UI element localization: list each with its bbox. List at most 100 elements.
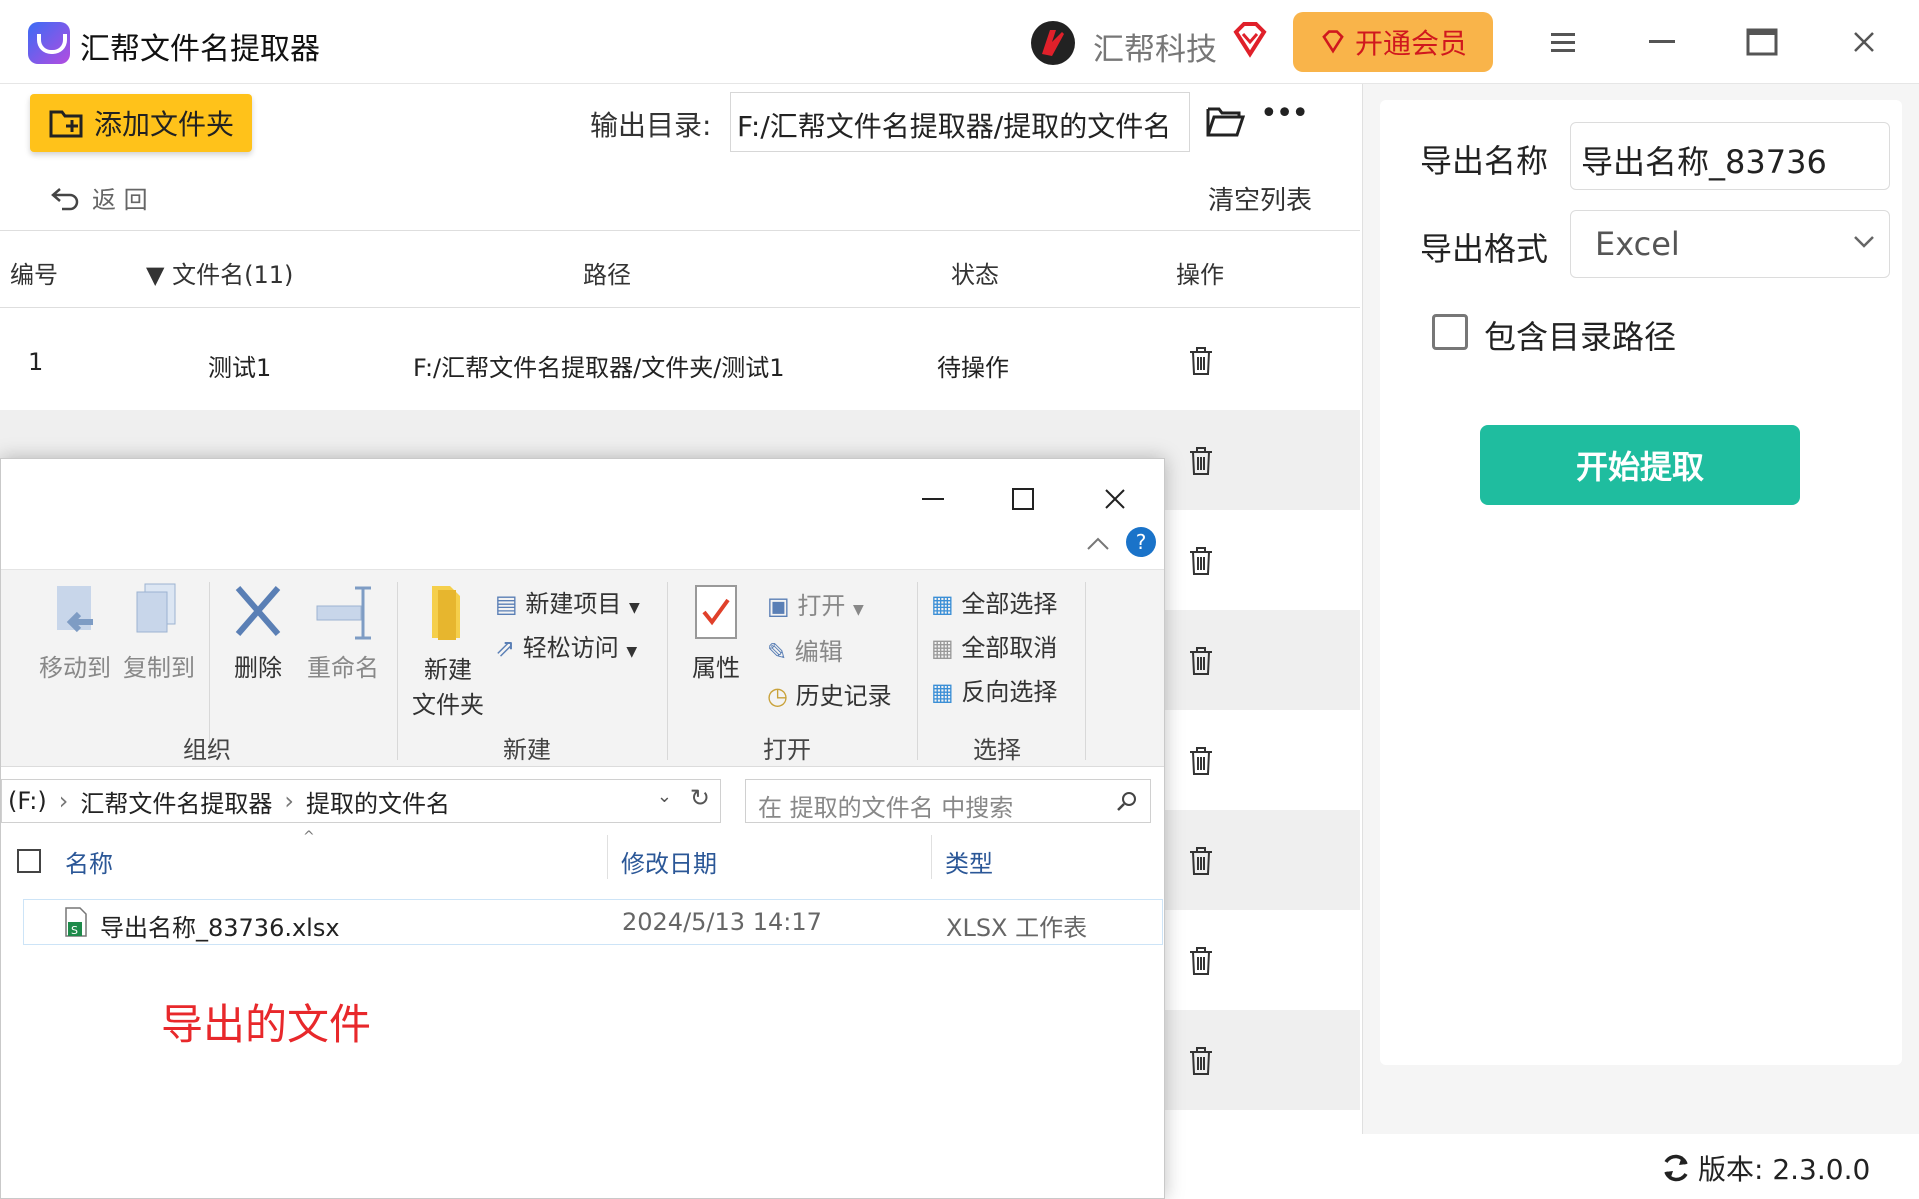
output-dir-field[interactable]: F:/汇帮文件名提取器/提取的文件名 (730, 92, 1190, 152)
table-row[interactable]: 1 测试1 F:/汇帮文件名提取器/文件夹/测试1 待操作 (0, 310, 1360, 410)
menu-icon[interactable] (1541, 20, 1585, 64)
delete-button[interactable]: 删除 (223, 582, 293, 683)
delete-icon[interactable] (1188, 746, 1214, 776)
history-button[interactable]: ◷ 历史记录 (767, 676, 892, 711)
delete-icon[interactable] (1188, 346, 1214, 376)
new-folder-button[interactable]: 新建 文件夹 (403, 582, 493, 720)
select-all-button[interactable]: ▦ 全部选择 (931, 584, 1057, 619)
brand-name: 汇帮科技 (1093, 32, 1217, 68)
col-filename-label: 文件名(11) (172, 261, 294, 289)
new-folder-icon (432, 586, 460, 640)
include-path-label: 包含目录路径 (1484, 318, 1677, 356)
delete-icon[interactable] (1188, 646, 1214, 676)
ribbon-separator (397, 582, 398, 760)
file-explorer-window: ? 移动到 复制到 删除 重命名 新建 文件夹 ▤ 新建项目 ▼ ⇗ 轻松访问 … (0, 458, 1165, 1199)
minimize-icon[interactable] (1640, 20, 1684, 64)
address-drive[interactable]: (F:) (8, 787, 47, 815)
export-format-label: 导出格式 (1420, 230, 1549, 268)
open-button[interactable]: ▣ 打开 ▼ (767, 586, 864, 621)
row-index: 1 (28, 348, 44, 376)
select-all-icon: ▦ (931, 590, 954, 618)
copy-to-icon (136, 583, 176, 633)
vip-diamond-icon (1322, 30, 1344, 54)
sort-down-icon: ▼ (146, 261, 165, 289)
group-select-label: 选择 (973, 736, 1021, 764)
address-crumb-1[interactable]: 汇帮文件名提取器 (80, 784, 272, 819)
move-to-button[interactable]: 移动到 (35, 582, 115, 683)
refresh-icon[interactable]: ↻ (690, 784, 710, 812)
col-modified[interactable]: 修改日期 (621, 844, 717, 879)
copy-to-button[interactable]: 复制到 (119, 582, 199, 683)
add-folder-icon (49, 110, 83, 138)
close-icon[interactable] (1842, 20, 1886, 64)
search-input[interactable]: 在 提取的文件名 中搜索 (745, 779, 1151, 823)
more-options-icon[interactable]: ••• (1260, 96, 1309, 136)
rename-label: 重命名 (307, 654, 379, 682)
rename-icon (316, 586, 371, 640)
app-window: 汇帮文件名提取器 汇帮科技 开通会员 添加文件夹 输出目录: F:/汇帮文件名提… (0, 0, 1919, 1199)
vip-button[interactable]: 开通会员 (1293, 12, 1493, 72)
file-row[interactable]: S 导出名称_83736.xlsx 2024/5/13 14:17 XLSX 工… (23, 899, 1163, 945)
select-all-checkbox[interactable] (17, 849, 41, 873)
diamond-icon[interactable] (1230, 20, 1270, 60)
include-path-checkbox[interactable] (1432, 314, 1468, 350)
select-none-icon: ▦ (931, 634, 954, 662)
col-type[interactable]: 类型 (945, 844, 993, 879)
maximize-icon[interactable] (1740, 20, 1784, 64)
ribbon-separator (1085, 582, 1086, 760)
back-button[interactable]: 返 回 (50, 180, 148, 215)
address-bar[interactable]: (F:) › 汇帮文件名提取器 › 提取的文件名 ⌄ ↻ (1, 779, 721, 823)
explorer-close-icon[interactable] (1093, 479, 1137, 519)
select-all-label: 全部选择 (961, 590, 1058, 618)
dropdown-arrow-icon: ▼ (852, 602, 864, 618)
select-none-button[interactable]: ▦ 全部取消 (931, 628, 1057, 663)
file-type: XLSX 工作表 (946, 914, 1088, 942)
brand-logo-icon (1031, 21, 1075, 65)
explorer-minimize-icon[interactable] (911, 479, 955, 519)
chevron-right-icon: › (58, 787, 69, 815)
edit-button[interactable]: ✎ 编辑 (767, 632, 843, 667)
dropdown-arrow-icon: ▼ (626, 644, 638, 660)
edit-icon: ✎ (767, 638, 788, 666)
rename-button[interactable]: 重命名 (301, 582, 385, 683)
export-name-label: 导出名称 (1420, 142, 1549, 180)
help-icon[interactable]: ? (1126, 527, 1156, 557)
annotation-text: 导出的文件 (161, 1000, 372, 1049)
open-folder-icon[interactable] (1205, 103, 1245, 139)
delete-icon[interactable] (1188, 1046, 1214, 1076)
clear-list-button[interactable]: 清空列表 (1208, 180, 1312, 217)
add-folder-button[interactable]: 添加文件夹 (30, 94, 252, 152)
group-organize-label: 组织 (183, 736, 231, 764)
address-crumb-2[interactable]: 提取的文件名 (306, 784, 450, 819)
row-path: F:/汇帮文件名提取器/文件夹/测试1 (413, 354, 785, 382)
delete-icon[interactable] (1188, 546, 1214, 576)
app-logo-icon (28, 22, 70, 64)
explorer-maximize-icon[interactable] (1001, 479, 1045, 519)
delete-icon[interactable] (1188, 946, 1214, 976)
export-format-value: Excel (1595, 225, 1680, 263)
export-format-select[interactable]: Excel (1570, 210, 1890, 278)
properties-button[interactable]: 属性 (681, 582, 751, 683)
title-bar: 汇帮文件名提取器 汇帮科技 开通会员 (0, 0, 1919, 84)
new-item-button[interactable]: ▤ 新建项目 ▼ (495, 584, 640, 619)
export-name-input[interactable]: 导出名称_83736 (1570, 122, 1890, 190)
table-header: 编号 ▼ 文件名(11) 路径 状态 操作 (0, 230, 1360, 308)
dropdown-arrow-icon: ▼ (628, 600, 640, 616)
chevron-down-icon[interactable]: ⌄ (657, 786, 672, 807)
start-extract-button[interactable]: 开始提取 (1480, 425, 1800, 505)
ribbon: 移动到 复制到 删除 重命名 新建 文件夹 ▤ 新建项目 ▼ ⇗ 轻松访问 ▼ … (1, 569, 1164, 767)
easy-access-icon: ⇗ (495, 634, 516, 662)
easy-access-button[interactable]: ⇗ 轻松访问 ▼ (495, 628, 637, 663)
version-info: 版本: 2.3.0.0 (1660, 1148, 1870, 1188)
invert-selection-button[interactable]: ▦ 反向选择 (931, 672, 1057, 707)
col-action: 操作 (1176, 261, 1224, 289)
delete-label: 删除 (234, 654, 282, 682)
delete-icon[interactable] (1188, 846, 1214, 876)
chevron-down-icon (1854, 236, 1874, 248)
delete-icon[interactable] (1188, 446, 1214, 476)
refresh-icon[interactable] (1660, 1152, 1692, 1184)
collapse-ribbon-icon[interactable] (1086, 535, 1110, 551)
excel-file-icon: S (65, 907, 87, 937)
col-filename[interactable]: ▼ 文件名(11) (146, 255, 293, 290)
col-name[interactable]: 名称 (65, 844, 113, 879)
